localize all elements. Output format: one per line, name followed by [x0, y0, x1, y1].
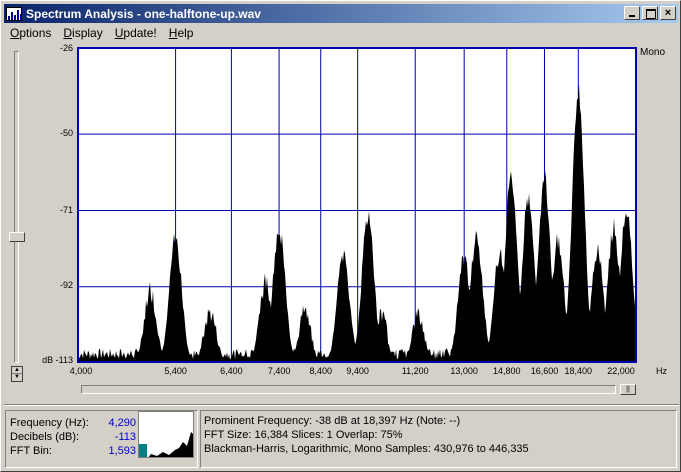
frequency-value: 4,290 [108, 417, 136, 429]
gain-slider-thumb[interactable] [9, 232, 25, 242]
decibels-value: -113 [114, 431, 136, 443]
y-tick-label: -26 [59, 43, 73, 53]
x-tick-label: 5,400 [164, 366, 187, 376]
x-tick-label: 13,000 [450, 366, 478, 376]
spin-down-icon[interactable]: ▼ [12, 374, 22, 381]
mini-spectrum-svg [139, 432, 193, 457]
channel-label: Mono [640, 47, 666, 58]
x-unit-label: Hz [656, 366, 667, 376]
maximize-button[interactable] [642, 6, 658, 20]
frequency-label: Frequency (Hz): [10, 417, 89, 429]
x-tick-label: 22,000 [607, 366, 635, 376]
fft-bin-label: FFT Bin: [10, 445, 52, 457]
fft-bin-value: 1,593 [108, 445, 136, 457]
close-button[interactable]: × [660, 6, 676, 20]
gain-spinner[interactable]: ▲ ▼ [11, 366, 23, 382]
gain-slider-track[interactable] [14, 51, 19, 363]
x-tick-label: 6,400 [220, 366, 243, 376]
spectrum-plot-svg[interactable] [76, 46, 638, 364]
spectrum-app-icon [6, 6, 22, 21]
scroll-thumb[interactable]: || [620, 384, 636, 395]
prominent-frequency-text: Prominent Frequency: -38 dB at 18,397 Hz… [204, 415, 461, 427]
x-tick-label: 18,400 [564, 366, 593, 376]
spectrum-plot[interactable] [76, 46, 638, 364]
mini-spectrum-preview [138, 411, 194, 458]
window-title: Spectrum Analysis - one-halftone-up.wav [26, 6, 261, 21]
title-bar[interactable]: Spectrum Analysis - one-halftone-up.wav … [4, 4, 678, 23]
x-tick-label: 4,000 [69, 366, 93, 376]
minimize-button[interactable] [624, 6, 640, 20]
analysis-info-panel: Prominent Frequency: -38 dB at 18,397 Hz… [200, 410, 677, 468]
menu-display[interactable]: Display [57, 26, 108, 40]
y-tick-label: -50 [59, 128, 73, 138]
window-function-text: Blackman-Harris, Logarithmic, Mono Sampl… [204, 443, 529, 455]
menu-options[interactable]: Options [4, 26, 57, 40]
x-tick-label: 14,800 [493, 366, 521, 376]
x-tick-label: 8,400 [309, 366, 332, 376]
menu-help[interactable]: Help [163, 26, 200, 40]
y-tick-label: -92 [59, 280, 73, 290]
menu-update[interactable]: Update! [109, 26, 163, 40]
y-tick-label: -71 [59, 205, 73, 215]
divider [4, 404, 679, 406]
x-tick-label: 9,400 [346, 366, 369, 376]
y-tick-label-bottom: dB -113 [42, 355, 73, 365]
spectrum-window: Spectrum Analysis - one-halftone-up.wav … [0, 0, 681, 472]
menu-bar: Options Display Update! Help [4, 24, 678, 42]
x-tick-label: 11,200 [401, 366, 429, 376]
decibels-label: Decibels (dB): [10, 431, 80, 443]
spin-up-icon[interactable]: ▲ [12, 367, 22, 374]
x-tick-label: 7,400 [267, 366, 291, 376]
frequency-scrollbar[interactable] [81, 385, 616, 394]
fft-settings-text: FFT Size: 16,384 Slices: 1 Overlap: 75% [204, 429, 403, 441]
